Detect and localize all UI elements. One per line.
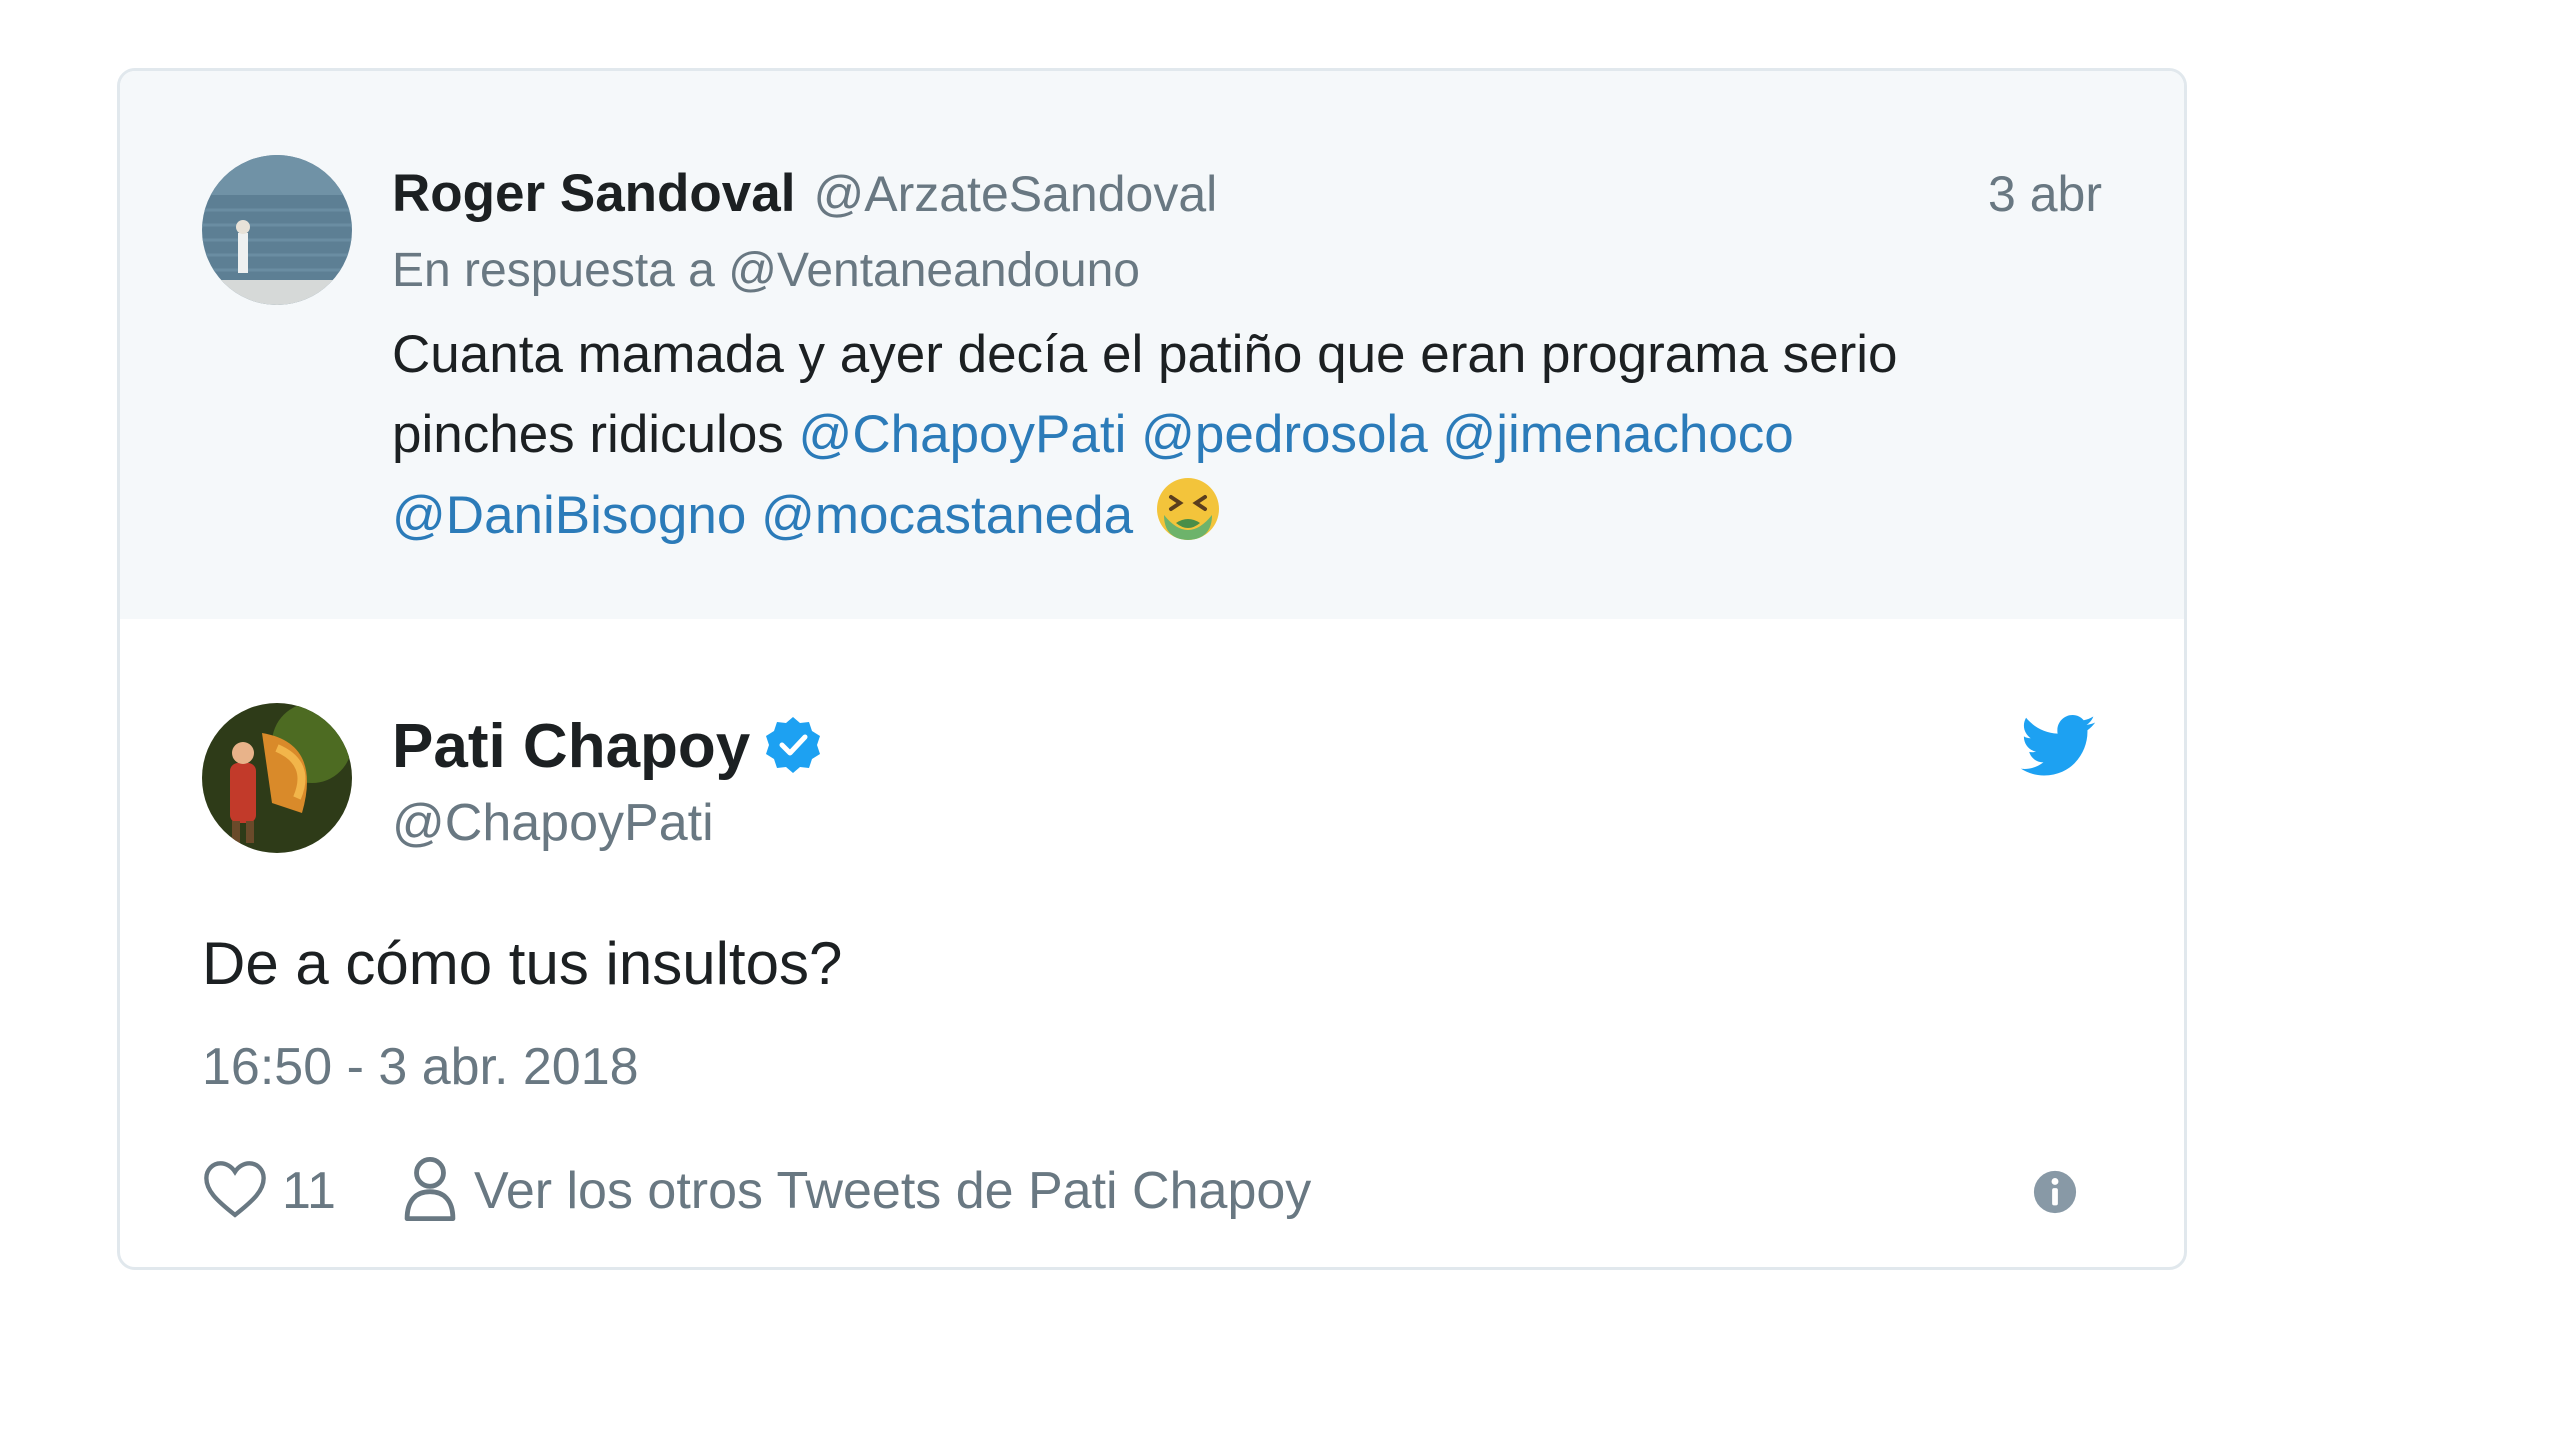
like-button[interactable]: 11 bbox=[202, 1151, 336, 1231]
main-tweet-text: De a cómo tus insultos? bbox=[202, 930, 843, 997]
mention-link[interactable]: @DaniBisogno bbox=[392, 486, 746, 545]
reply-prefix: En respuesta a bbox=[392, 244, 715, 297]
parent-tweet-header: Roger Sandoval @ArzateSandoval 3 abr bbox=[392, 163, 2102, 227]
more-tweets-link[interactable]: Ver los otros Tweets de Pati Chapoy bbox=[402, 1151, 1311, 1231]
parent-author-handle[interactable]: @ArzateSandoval bbox=[813, 166, 1217, 222]
tweet-actions: 11 Ver los otros Tweets de Pati Chapoy bbox=[202, 1151, 2124, 1231]
heart-icon bbox=[202, 1159, 268, 1224]
main-author-avatar[interactable] bbox=[202, 703, 352, 853]
parent-tweet-text: Cuanta mamada y ayer decía el patiño que… bbox=[392, 315, 2092, 566]
parent-author-avatar[interactable] bbox=[202, 155, 352, 305]
info-icon[interactable] bbox=[2032, 1169, 2078, 1220]
mention-link[interactable]: @ChapoyPati bbox=[799, 405, 1127, 464]
reply-context: En respuesta a @Ventaneandouno bbox=[392, 243, 1140, 298]
person-icon bbox=[402, 1154, 458, 1229]
parent-tweet[interactable]: Roger Sandoval @ArzateSandoval 3 abr En r… bbox=[120, 71, 2184, 619]
reply-to-mention[interactable]: @Ventaneandouno bbox=[728, 244, 1140, 297]
embedded-tweet-card: Roger Sandoval @ArzateSandoval 3 abr En r… bbox=[117, 68, 2187, 1270]
parent-author-name[interactable]: Roger Sandoval bbox=[392, 164, 795, 223]
main-author-handle[interactable]: @ChapoyPati bbox=[392, 793, 714, 853]
verified-badge-icon bbox=[764, 715, 822, 788]
like-count: 11 bbox=[282, 1162, 336, 1220]
more-tweets-label: Ver los otros Tweets de Pati Chapoy bbox=[474, 1162, 1312, 1220]
mention-link[interactable]: @mocastaneda bbox=[761, 486, 1133, 545]
nauseated-face-icon bbox=[1154, 475, 1222, 566]
parent-tweet-time[interactable]: 3 abr bbox=[1988, 165, 2102, 223]
parent-text-line1: Cuanta mamada y ayer decía el patiño que… bbox=[392, 325, 1898, 384]
parent-text-line2: pinches ridiculos bbox=[392, 405, 784, 464]
main-author-name-row: Pati Chapoy bbox=[392, 711, 822, 788]
mention-link[interactable]: @jimenachoco bbox=[1442, 405, 1793, 464]
twitter-bird-icon[interactable] bbox=[2020, 715, 2096, 782]
main-tweet-datetime[interactable]: 16:50 - 3 abr. 2018 bbox=[202, 1037, 639, 1097]
main-author-name[interactable]: Pati Chapoy bbox=[392, 712, 750, 781]
mention-link[interactable]: @pedrosola bbox=[1141, 405, 1428, 464]
